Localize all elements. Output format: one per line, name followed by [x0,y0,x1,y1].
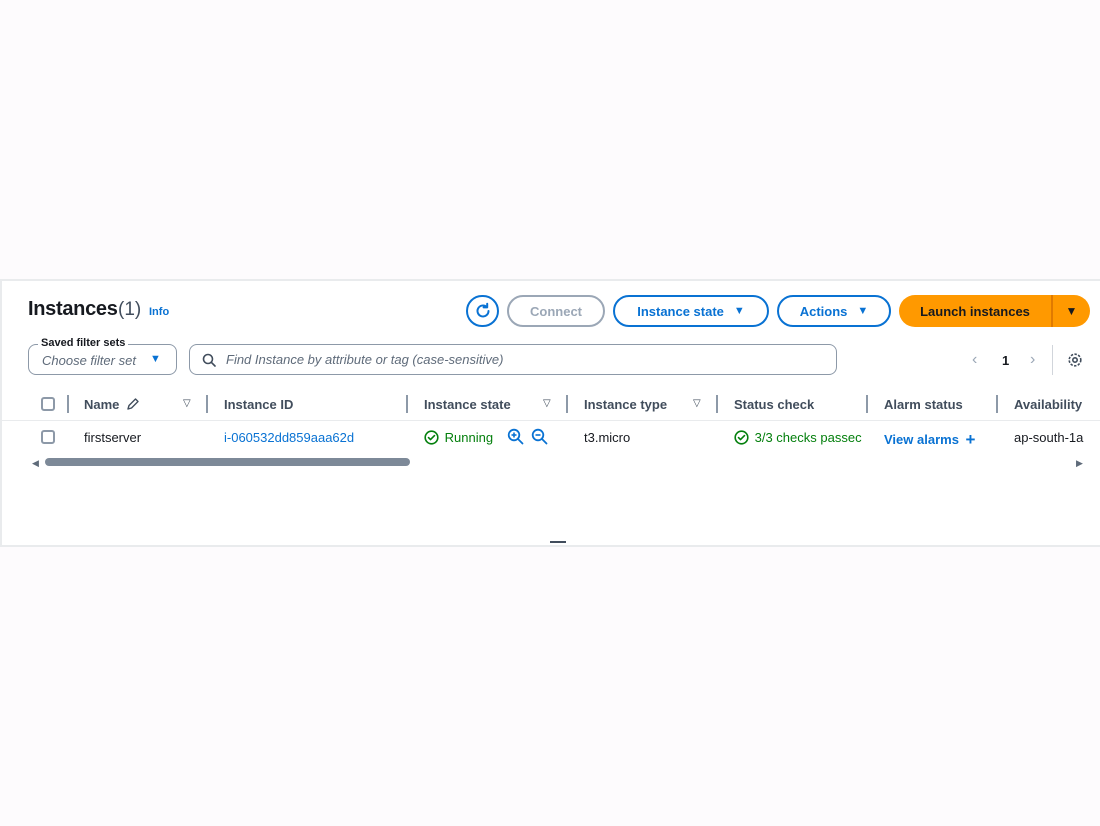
instance-type-value: t3.micro [584,430,631,445]
pagination-divider [1052,345,1053,375]
actions-button[interactable]: Actions ▼ [777,295,891,327]
zoom-out-icon[interactable] [531,428,548,448]
scroll-right-arrow[interactable]: ▶ [1076,458,1083,469]
column-header-name-label: Name [84,397,120,412]
caret-down-icon: ▼ [1065,304,1078,318]
page-title: Instances [28,298,118,320]
caret-down-icon: ▼ [150,353,161,365]
actions-button-label: Actions [799,303,848,319]
info-link[interactable]: Info [149,306,169,318]
launch-dropdown-button[interactable]: ▼ [1053,295,1090,327]
status-check-cell: 3/3 checks passec [734,430,866,445]
column-header-availability[interactable]: Availability [1014,397,1082,412]
column-separator [206,395,208,413]
chevron-right-icon[interactable]: › [1030,351,1035,369]
instance-state-value: Running [444,430,494,445]
instance-state-button[interactable]: Instance state ▼ [613,295,769,327]
column-header-instance-state[interactable]: Instance state [424,397,511,412]
launch-instances-button[interactable]: Launch instances [899,295,1051,327]
column-header-instance-id[interactable]: Instance ID [224,397,293,412]
pencil-icon [127,398,139,410]
scroll-left-arrow[interactable]: ◀ [32,458,39,469]
status-check-value: 3/3 checks passec [754,430,862,445]
instance-id-link[interactable]: i-060532dd859aaa62d [224,430,354,445]
sort-icon[interactable]: ▽ [543,398,551,409]
instances-panel: Instances (1) Info Connect Instance stat… [0,279,1100,547]
column-separator [406,395,408,413]
column-header-name[interactable]: Name [84,397,140,412]
instance-state-cell: Running [424,430,493,445]
search-box [189,344,837,375]
chevron-left-icon[interactable]: ‹ [972,351,977,369]
availability-zone-value: ap-south-1a [1014,430,1084,445]
column-separator [566,395,568,413]
gear-icon[interactable] [1066,351,1084,374]
refresh-icon [476,302,489,318]
connect-button[interactable]: Connect [507,295,605,327]
instance-state-button-label: Instance state [637,303,724,319]
page-number[interactable]: 1 [1002,353,1009,368]
instance-count: (1) [118,299,142,320]
horizontal-scrollbar[interactable] [45,458,410,466]
column-separator [67,395,69,413]
zoom-in-icon[interactable] [507,428,524,448]
instance-name: firstserver [84,430,142,445]
table-row[interactable]: firstserver i-060532dd859aaa62d Running [2,423,1100,453]
row-checkbox[interactable] [41,430,55,444]
select-all-checkbox[interactable] [41,397,55,411]
caret-down-icon: ▼ [857,305,869,317]
view-alarms-link[interactable]: View alarms + [884,430,975,450]
saved-filter-sets-value: Choose filter set [42,353,136,368]
search-icon [202,353,216,367]
sort-icon[interactable]: ▽ [183,398,191,409]
refresh-button[interactable] [466,295,499,327]
sort-icon[interactable]: ▽ [693,398,701,409]
connect-button-label: Connect [530,303,582,319]
column-separator [996,395,998,413]
check-circle-icon [734,430,749,445]
column-separator [716,395,718,413]
column-header-instance-type[interactable]: Instance type [584,397,667,412]
caret-down-icon: ▼ [733,305,745,317]
view-alarms-label: View alarms [884,432,959,447]
saved-filter-sets-label: Saved filter sets [38,337,129,349]
panel-resize-handle[interactable] [550,541,566,543]
plus-icon: + [965,430,976,449]
check-circle-icon [424,430,439,445]
column-separator [866,395,868,413]
column-header-alarm-status[interactable]: Alarm status [884,397,963,412]
search-input[interactable] [226,352,816,367]
launch-instances-button-group: Launch instances ▼ [899,295,1090,327]
table-header: Name ▽ Instance ID Instance state ▽ Inst… [2,390,1100,421]
column-header-status-check[interactable]: Status check [734,397,814,412]
